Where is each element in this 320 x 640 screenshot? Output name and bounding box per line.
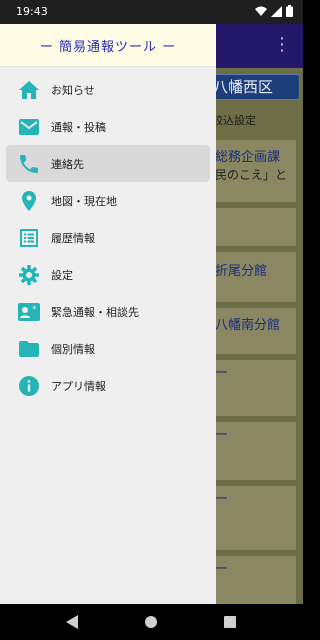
menu-item-label: 個別情報: [51, 342, 95, 356]
menu-item-app-info[interactable]: アプリ情報: [6, 367, 210, 404]
gear-icon: [18, 264, 40, 286]
menu-item-label: 緊急通報・相談先: [51, 305, 139, 319]
menu-item-label: お知らせ: [51, 83, 95, 97]
menu-item-contacts[interactable]: 連絡先: [6, 145, 210, 182]
menu-item-map[interactable]: 地図・現在地: [6, 182, 210, 219]
status-icons: [255, 5, 293, 17]
recent-apps-button[interactable]: [224, 616, 236, 628]
status-bar: 19:43: [0, 0, 303, 24]
menu-item-label: 地図・現在地: [51, 194, 117, 208]
status-time: 19:43: [16, 5, 48, 18]
home-icon: [18, 79, 40, 101]
phone-icon: [18, 153, 40, 175]
menu-item-label: 通報・投稿: [51, 120, 106, 134]
home-button[interactable]: [145, 616, 157, 628]
folder-icon: [18, 338, 40, 360]
menu-item-report[interactable]: 通報・投稿: [6, 108, 210, 145]
location-pin-icon: [18, 190, 40, 212]
menu-item-label: 連絡先: [51, 157, 84, 171]
drawer-header: ー 簡易通報ツール ー: [0, 24, 216, 67]
menu-item-settings[interactable]: 設定: [6, 256, 210, 293]
navigation-drawer: ー 簡易通報ツール ー お知らせ 通報・投稿 連絡先 地図・現在地 履歴情報 設…: [0, 24, 216, 604]
menu-item-emergency[interactable]: * 緊急通報・相談先: [6, 293, 210, 330]
drawer-title: ー 簡易通報ツール ー: [39, 39, 177, 55]
info-icon: [18, 375, 40, 397]
drawer-menu: お知らせ 通報・投稿 連絡先 地図・現在地 履歴情報 設定 * 緊急通報・相談先…: [0, 67, 216, 404]
wifi-icon: [255, 6, 267, 16]
battery-icon: [286, 5, 293, 17]
list-icon: [18, 227, 40, 249]
menu-item-personal[interactable]: 個別情報: [6, 330, 210, 367]
contact-card-icon: *: [18, 301, 40, 323]
menu-item-label: 履歴情報: [51, 231, 95, 245]
svg-text:*: *: [32, 305, 37, 315]
system-nav-bar: [0, 604, 303, 640]
mail-icon: [18, 116, 40, 138]
back-icon[interactable]: [66, 615, 78, 629]
menu-item-history[interactable]: 履歴情報: [6, 219, 210, 256]
menu-item-notices[interactable]: お知らせ: [6, 71, 210, 108]
signal-icon: [271, 5, 282, 17]
menu-item-label: 設定: [51, 268, 73, 282]
menu-item-label: アプリ情報: [51, 379, 106, 393]
